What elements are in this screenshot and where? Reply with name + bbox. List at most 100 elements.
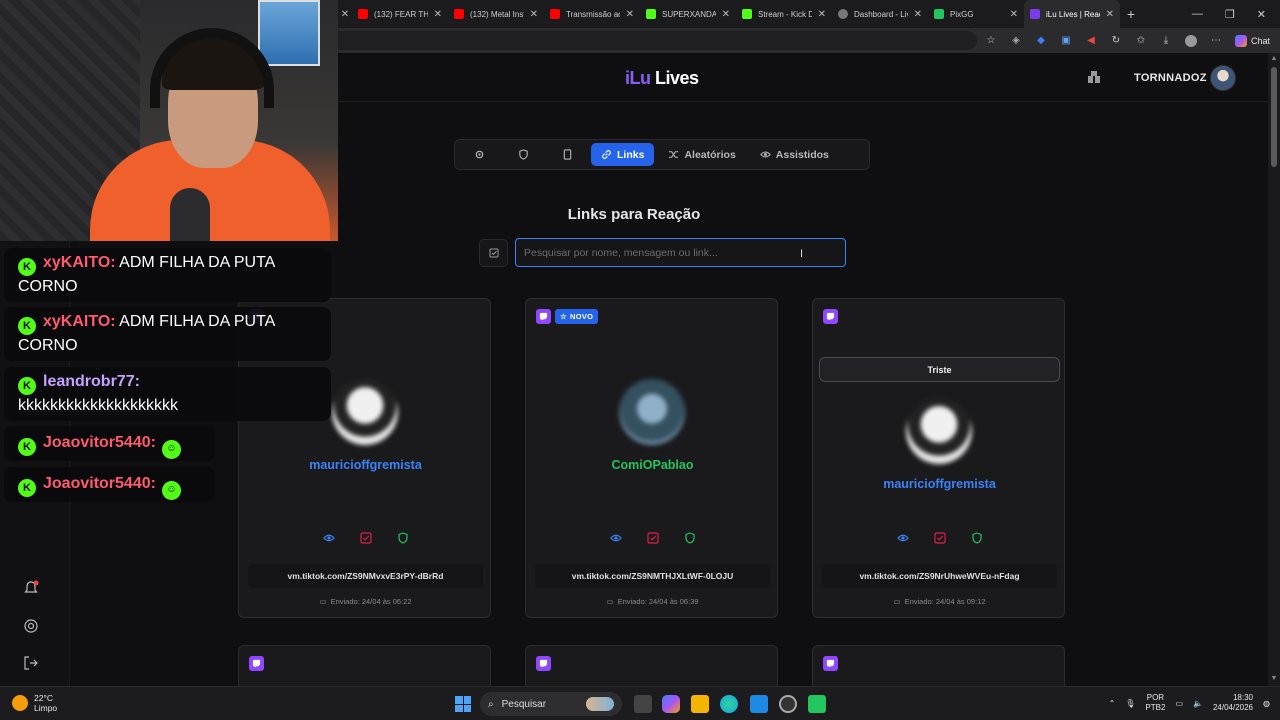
tab-device[interactable] [547, 143, 587, 166]
app-icon[interactable] [808, 695, 826, 713]
star-icon[interactable]: ☆ [985, 35, 997, 47]
volume-icon[interactable]: 🔈 [1193, 699, 1203, 708]
browser-tab-active[interactable]: iLu Lives | React ✕ [1024, 0, 1120, 28]
volume-icon[interactable]: ◀ [1085, 35, 1097, 47]
link-card[interactable] [525, 645, 778, 686]
card-link[interactable]: vm.tiktok.com/ZS9NrUhweWVEu-nFdag [822, 564, 1057, 588]
notifications-icon[interactable]: ◍ [1263, 699, 1270, 708]
lang-layout: PTB2 [1145, 703, 1166, 712]
twitch-icon [249, 656, 264, 671]
browser-tab[interactable]: Transmissão ao v ✕ [544, 0, 640, 28]
tab-close-icon[interactable]: ✕ [434, 9, 442, 20]
clock[interactable]: 18:30 24/04/2026 [1213, 693, 1253, 713]
mark-checkbox-icon[interactable] [645, 530, 661, 546]
scrollbar[interactable]: ▲ ▼ [1268, 53, 1280, 686]
tab-watched[interactable]: Assistidos [750, 143, 839, 166]
tab-random[interactable]: Aleatórios [658, 143, 745, 166]
card-username[interactable]: ComiOPablao [526, 458, 779, 472]
photos-app-icon[interactable] [750, 695, 768, 713]
weather-temp: 22°C [34, 693, 53, 703]
url-field[interactable] [338, 31, 977, 50]
shield-icon[interactable] [682, 530, 698, 546]
watch-eye-icon[interactable] [608, 530, 624, 546]
browser-tab[interactable]: Stream - Kick Da ✕ [736, 0, 832, 28]
username-label[interactable]: TORNNADOZ [1134, 72, 1207, 84]
search-input[interactable] [515, 238, 846, 267]
overlay-icon[interactable] [1086, 69, 1102, 85]
watch-eye-icon[interactable] [321, 530, 337, 546]
help-lifebuoy-icon[interactable] [23, 618, 39, 634]
card-username[interactable]: mauricioffgremista [239, 458, 492, 472]
more-icon[interactable]: ⋯ [1210, 35, 1222, 47]
card-link[interactable]: vm.tiktok.com/ZS9NMTHJXLtWF-0LOJU [535, 564, 770, 588]
app-logo[interactable]: iLu Lives [625, 68, 699, 89]
display-icon[interactable]: ▭ [1175, 699, 1183, 708]
weather-text: Limpo [34, 703, 58, 713]
shield-icon[interactable] [969, 530, 985, 546]
translate-icon[interactable]: ▣ [1060, 35, 1072, 47]
microphone-icon[interactable]: 🎙 [1125, 699, 1135, 708]
mark-checkbox-icon[interactable] [932, 530, 948, 546]
extension-icon[interactable]: ◈ [1010, 35, 1022, 47]
youtube-icon [454, 9, 464, 19]
taskbar-search[interactable]: ⌕ Pesquisar [480, 692, 622, 716]
browser-tab[interactable]: PixGG ✕ [928, 0, 1024, 28]
maximize-icon[interactable]: ❐ [1225, 8, 1235, 21]
browser-tab[interactable]: SUPERXANDAO ✕ [640, 0, 736, 28]
chat-message: K Joaovitor5440: ☺ [4, 426, 215, 461]
task-view-icon[interactable] [634, 695, 652, 713]
bell-icon[interactable] [23, 580, 39, 596]
close-icon[interactable]: ✕ [1257, 8, 1266, 21]
tab-links[interactable]: Links [591, 143, 655, 166]
shuffle-icon [669, 151, 679, 158]
tab-moderation[interactable] [503, 143, 543, 166]
shield-icon[interactable] [395, 530, 411, 546]
tab-close-icon[interactable]: ✕ [530, 9, 538, 20]
copilot-app-icon[interactable] [662, 695, 680, 713]
weather-widget[interactable]: 22°C Limpo [12, 693, 57, 713]
file-explorer-icon[interactable] [691, 695, 709, 713]
download-icon[interactable]: ⤓ [1160, 35, 1172, 47]
shield-extension-icon[interactable]: ◆ [1035, 35, 1047, 47]
link-card[interactable]: ☆ NOVO ComiOPablao vm.tiktok.com/ZS9NMTHJ… [525, 298, 778, 618]
card-username[interactable]: mauricioffgremista [813, 477, 1066, 491]
tab-close-icon[interactable]: ✕ [626, 9, 634, 20]
link-card[interactable]: Triste mauricioffgremista vm.tiktok.com/… [812, 298, 1065, 618]
profile-icon[interactable] [1184, 34, 1197, 47]
tab-close-icon[interactable]: ✕ [338, 9, 352, 20]
new-tab-button[interactable]: + [1120, 6, 1142, 22]
edge-browser-icon[interactable] [720, 695, 738, 713]
scroll-down-icon[interactable]: ▼ [1270, 675, 1278, 683]
tab-close-icon[interactable]: ✕ [818, 9, 826, 20]
tray-expand-icon[interactable]: ⌃ [1109, 699, 1116, 708]
tab-settings[interactable] [459, 143, 499, 166]
browser-tab-strip: ✕ (132) FEAR THE ✕ (132) Metal Instr ✕ Tra… [338, 0, 1280, 28]
chat-username: Joaovitor5440: [43, 475, 156, 492]
scroll-up-icon[interactable]: ▲ [1270, 55, 1278, 63]
browser-tab[interactable]: Dashboard - Liv ✕ [832, 0, 928, 28]
copilot-icon [1234, 34, 1247, 47]
chat-username: xyKAITO: [43, 313, 116, 330]
favorites-icon[interactable]: ✩ [1135, 35, 1147, 47]
link-card[interactable] [238, 645, 491, 686]
browser-tab[interactable]: (132) Metal Instr ✕ [448, 0, 544, 28]
language-indicator[interactable]: POR PTB2 [1145, 693, 1165, 713]
tab-close-icon[interactable]: ✕ [1106, 9, 1114, 20]
start-windows-icon[interactable] [455, 696, 471, 712]
tab-close-icon[interactable]: ✕ [914, 9, 922, 20]
link-card[interactable] [812, 645, 1065, 686]
obs-icon[interactable] [779, 695, 797, 713]
filter-button[interactable] [479, 239, 508, 267]
tab-close-icon[interactable]: ✕ [722, 9, 730, 20]
scroll-thumb[interactable] [1271, 67, 1277, 167]
mark-checkbox-icon[interactable] [358, 530, 374, 546]
user-avatar[interactable] [1210, 65, 1236, 91]
card-link[interactable]: vm.tiktok.com/ZS9NMvxvE3rPY-dBrRd [248, 564, 483, 588]
tab-close-icon[interactable]: ✕ [1010, 9, 1018, 20]
browser-tab[interactable]: (132) FEAR THE ✕ [352, 0, 448, 28]
watch-eye-icon[interactable] [895, 530, 911, 546]
refresh-icon[interactable]: ↻ [1110, 35, 1122, 47]
minimize-icon[interactable]: — [1192, 8, 1203, 21]
copilot-button[interactable]: Chat [1234, 34, 1270, 47]
logout-icon[interactable] [23, 655, 39, 671]
